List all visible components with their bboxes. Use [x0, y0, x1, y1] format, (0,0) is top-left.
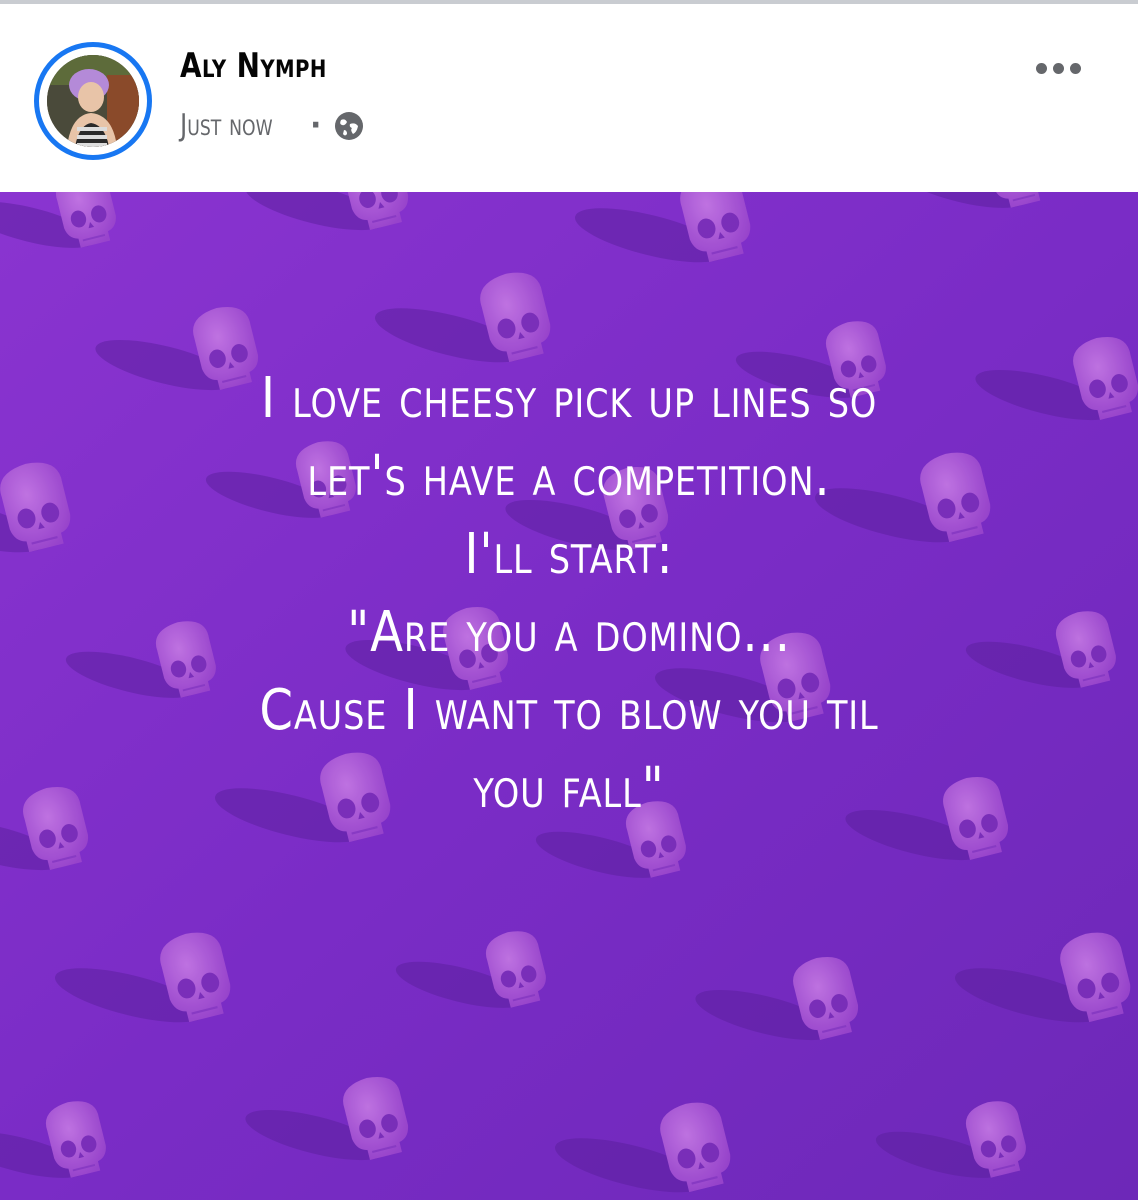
more-options-icon: [1035, 62, 1047, 74]
timestamp[interactable]: Just now: [180, 108, 282, 143]
more-options-button[interactable]: [1026, 52, 1090, 84]
more-options-icon-dot: [1069, 62, 1081, 74]
post-text: I love cheesy pick up lines so let's hav…: [0, 360, 1138, 828]
avatar-story-ring[interactable]: [34, 42, 152, 160]
post-text-line: you fall": [473, 756, 665, 821]
post-meta: Just now ·: [180, 108, 365, 143]
author-name[interactable]: Aly Nymph: [180, 46, 327, 86]
post-text-line: Cause I want to blow you til: [259, 678, 879, 743]
post-header: Aly Nymph Just now ·: [0, 4, 1138, 192]
more-options-icon-dot: [1052, 62, 1064, 74]
post-text-line: I love cheesy pick up lines so: [260, 366, 878, 431]
globe-icon[interactable]: [333, 110, 365, 142]
avatar[interactable]: [47, 55, 139, 147]
avatar-photo: [47, 55, 139, 147]
post-text-line: "Are you a domino...: [347, 600, 791, 665]
facebook-post: Aly Nymph Just now · I love cheesy pick …: [0, 0, 1138, 1200]
post-text-line: I'll start:: [464, 522, 674, 587]
meta-separator: ·: [310, 108, 322, 143]
post-text-line: let's have a competition.: [307, 444, 831, 509]
post-image[interactable]: I love cheesy pick up lines so let's hav…: [0, 192, 1138, 1200]
